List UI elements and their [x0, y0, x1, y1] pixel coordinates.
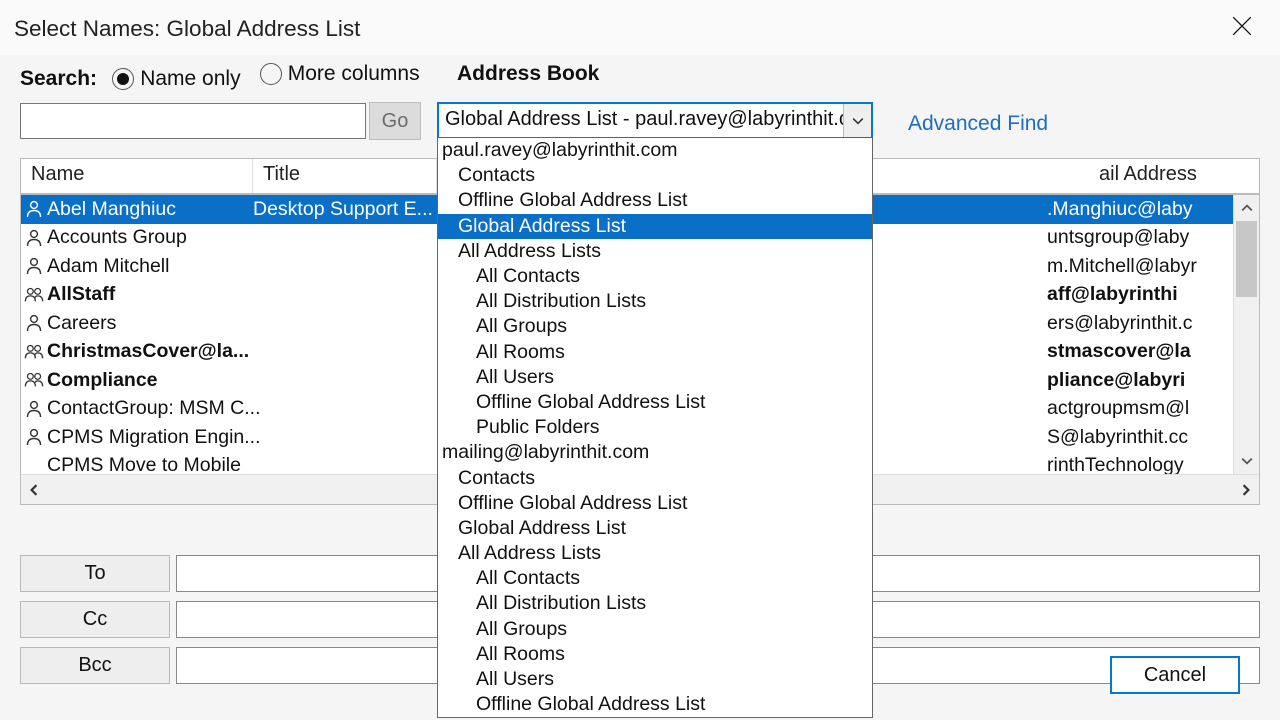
select-names-dialog: Select Names: Global Address List Search… [0, 0, 1280, 720]
person-icon [25, 314, 43, 332]
dropdown-item[interactable]: Contacts [438, 163, 872, 188]
row-email: pliance@labyri [1047, 369, 1207, 392]
chevron-up-icon [1241, 202, 1253, 214]
radio-more-columns[interactable]: More columns [260, 62, 420, 86]
column-name[interactable]: Name [21, 159, 253, 193]
chevron-left-icon [28, 484, 40, 496]
advanced-find-link[interactable]: Advanced Find [908, 112, 1048, 136]
dropdown-item[interactable]: All Distribution Lists [438, 591, 872, 616]
row-name: CPMS Migration Engin... [47, 426, 261, 449]
dropdown-item[interactable]: Offline Global Address List [438, 188, 872, 213]
dropdown-item[interactable]: All Rooms [438, 642, 872, 667]
column-title[interactable]: Title [253, 159, 437, 193]
group-icon [24, 371, 44, 389]
to-button[interactable]: To [20, 555, 170, 592]
scroll-thumb[interactable] [1236, 221, 1257, 297]
dropdown-item[interactable]: paul.ravey@labyrinthit.com [438, 138, 872, 163]
row-name: Compliance [47, 369, 253, 392]
chevron-down-icon [852, 115, 864, 127]
dropdown-item[interactable]: All Contacts [438, 264, 872, 289]
dropdown-item[interactable]: All Rooms [438, 340, 872, 365]
address-book-label: Address Book [457, 62, 599, 86]
cc-button[interactable]: Cc [20, 601, 170, 638]
dropdown-item[interactable]: mailing@labyrinthit.com [438, 440, 872, 465]
dropdown-item[interactable]: All Users [438, 667, 872, 692]
row-email: m.Mitchell@labyr [1047, 255, 1207, 278]
scroll-right-button[interactable] [1233, 475, 1259, 505]
dropdown-item[interactable]: All Address Lists [438, 239, 872, 264]
vertical-scrollbar[interactable] [1233, 195, 1259, 474]
row-email: untsgroup@laby [1047, 226, 1207, 249]
chevron-right-icon [1240, 484, 1252, 496]
search-label: Search: [20, 67, 97, 90]
person-icon [25, 428, 43, 446]
dropdown-item[interactable]: Offline Global Address List [438, 491, 872, 516]
search-input[interactable] [20, 103, 366, 139]
close-button[interactable] [1226, 10, 1258, 42]
row-email: ers@labyrinthit.c [1047, 312, 1207, 335]
dropdown-item[interactable]: All Groups [438, 314, 872, 339]
person-icon [25, 200, 43, 218]
row-email: stmascover@la [1047, 340, 1207, 363]
dropdown-item[interactable]: All Contacts [438, 566, 872, 591]
row-name: AllStaff [47, 283, 253, 306]
chevron-down-icon [1241, 455, 1253, 467]
cancel-button[interactable]: Cancel [1110, 656, 1240, 694]
dropdown-item[interactable]: All Address Lists [438, 541, 872, 566]
dropdown-item[interactable]: Global Address List [438, 214, 872, 239]
go-button[interactable]: Go [369, 102, 421, 140]
column-email[interactable]: ail Address [1089, 159, 1259, 193]
address-book-combo[interactable]: Global Address List - paul.ravey@labyrin… [437, 102, 873, 139]
dropdown-item[interactable]: All Distribution Lists [438, 289, 872, 314]
row-name: ChristmasCover@la... [47, 340, 253, 363]
row-title: Desktop Support E... [253, 198, 437, 221]
row-email: aff@labyrinthi [1047, 283, 1207, 306]
row-name: Accounts Group [47, 226, 253, 249]
combo-arrow[interactable] [843, 104, 871, 137]
search-row: Search: Name only More columns Address B… [20, 62, 1260, 98]
scroll-down-button[interactable] [1234, 448, 1259, 474]
row-email: S@labyrinthit.cc [1047, 426, 1207, 449]
row-name: Abel Manghiuc [47, 198, 253, 221]
dropdown-item[interactable]: Public Folders [438, 415, 872, 440]
dropdown-item[interactable]: Global Address List [438, 516, 872, 541]
row-name: ContactGroup: MSM C... [47, 397, 260, 420]
group-icon [24, 286, 44, 304]
dropdown-item[interactable]: Offline Global Address List [438, 390, 872, 415]
radio-icon [260, 63, 282, 85]
dropdown-item[interactable]: Offline Global Address List [438, 692, 872, 717]
dropdown-item[interactable]: All Users [438, 365, 872, 390]
row-name: Careers [47, 312, 253, 335]
window-title: Select Names: Global Address List [14, 16, 360, 42]
person-icon [25, 229, 43, 247]
bcc-button[interactable]: Bcc [20, 647, 170, 684]
person-icon [25, 400, 43, 418]
close-icon [1231, 15, 1253, 37]
row-email: actgroupmsm@l [1047, 397, 1207, 420]
scroll-up-button[interactable] [1234, 195, 1259, 221]
title-bar: Select Names: Global Address List [0, 0, 1280, 55]
dropdown-item[interactable]: All Groups [438, 617, 872, 642]
group-icon [24, 343, 44, 361]
address-book-selected: Global Address List - paul.ravey@labyrin… [439, 104, 843, 137]
scroll-left-button[interactable] [21, 475, 47, 505]
row-name: Adam Mitchell [47, 255, 253, 278]
radio-icon [112, 68, 134, 90]
person-icon [25, 257, 43, 275]
radio-name-only[interactable]: Name only [112, 67, 240, 91]
address-book-dropdown[interactable]: paul.ravey@labyrinthit.comContactsOfflin… [437, 138, 873, 718]
row-email: .Manghiuc@laby [1047, 198, 1207, 221]
dropdown-item[interactable]: Contacts [438, 465, 872, 490]
